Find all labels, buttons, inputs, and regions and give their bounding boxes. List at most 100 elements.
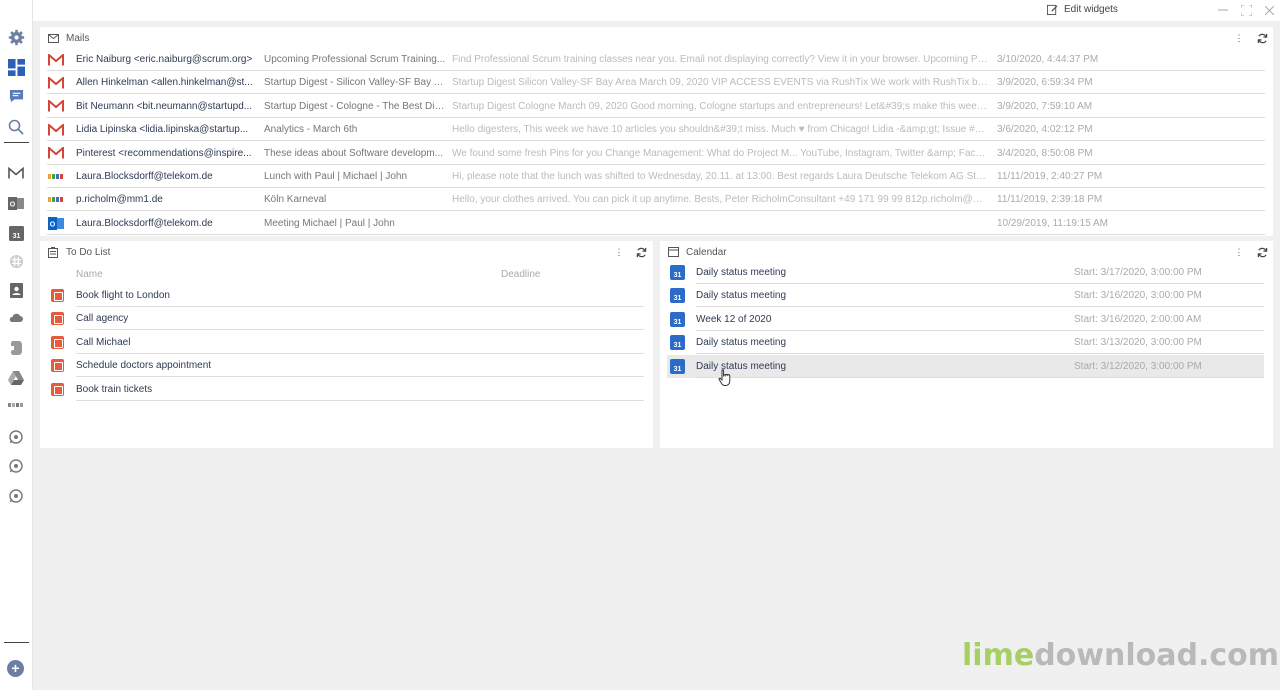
search-icon[interactable]: [6, 117, 26, 137]
calendar-event-start: Start: 3/17/2020, 3:00:00 PM: [1074, 267, 1202, 278]
mail-date: 10/29/2019, 11:19:15 AM: [997, 217, 1109, 229]
whatsapp-icon[interactable]: [6, 486, 26, 506]
maximize-icon[interactable]: [1239, 3, 1253, 17]
todo-item[interactable]: Book flight to London: [47, 284, 644, 307]
svg-text:O: O: [49, 221, 55, 228]
outlook-icon: O: [47, 216, 64, 231]
mail-preview: Find Professional Scrum training classes…: [452, 54, 989, 65]
sidebar: O 31 +: [0, 0, 33, 690]
todo-item[interactable]: Book train tickets: [47, 378, 644, 401]
mail-preview: Hello, your clothes arrived. You can pic…: [452, 194, 989, 206]
todo-item-icon: [51, 359, 64, 373]
gear-icon[interactable]: [6, 27, 26, 47]
mail-from: Allen Hinkelman <allen.hinkelman@st...: [76, 77, 253, 89]
gmail-icon: [47, 122, 64, 137]
mail-from: Lidia Lipinska <lidia.lipinska@startup..…: [76, 124, 249, 136]
refresh-icon[interactable]: [635, 246, 647, 258]
mail-row[interactable]: Allen Hinkelman <allen.hinkelman@st... St…: [47, 71, 1265, 95]
asana-icon[interactable]: [6, 395, 26, 415]
calendar-event[interactable]: 31 Daily status meeting Start: 3/13/2020, …: [667, 331, 1264, 355]
todo-item[interactable]: Schedule doctors appointment: [47, 354, 644, 378]
widget-menu-icon[interactable]: ⋮: [1233, 32, 1245, 44]
calendar-event[interactable]: 31 Daily status meeting Start: 3/16/2020, …: [667, 284, 1264, 308]
calendar-event-start: Start: 3/16/2020, 2:00:00 AM: [1074, 313, 1202, 325]
widget-menu-icon[interactable]: ⋮: [1233, 246, 1245, 258]
hand-cursor-icon: [718, 369, 731, 386]
todo-item-label: Call Michael: [76, 331, 644, 354]
mail-preview: Startup Digest Cologne March 09, 2020 Go…: [452, 100, 989, 112]
calendar-icon[interactable]: 31: [6, 223, 26, 243]
calendar-event-icon: 31: [670, 288, 685, 304]
widget-menu-icon[interactable]: ⋮: [613, 246, 625, 258]
mail-row[interactable]: p.richolm@mm1.de Köln Karneval Hello, your…: [47, 188, 1265, 212]
cloud-icon[interactable]: [6, 308, 26, 328]
mails-title: Mails: [66, 32, 90, 44]
mail-app-icon: [47, 192, 64, 207]
mail-date: 3/9/2020, 7:59:10 AM: [997, 100, 1093, 112]
todo-item-icon: [51, 335, 64, 349]
edit-icon: [1047, 4, 1058, 15]
mail-date: 3/9/2020, 6:59:34 PM: [997, 77, 1093, 89]
todo-item-label: Call agency: [76, 307, 644, 331]
todo-item[interactable]: Call Michael: [47, 331, 644, 354]
calendar-event[interactable]: 31 Daily status meeting Start: 3/17/2020, …: [667, 261, 1264, 284]
calendar-event-title: Daily status meeting: [696, 360, 787, 372]
dashboard-icon[interactable]: [6, 57, 26, 77]
calendar-header-icon: [667, 246, 679, 258]
calendar-event-title: Daily status meeting: [696, 290, 787, 302]
calendar-widget: Calendar ⋮ 31 Daily status meeting Start: …: [660, 241, 1273, 448]
watermark: limedownload.com: [962, 638, 1280, 673]
calendar-event-icon: 31: [670, 358, 685, 374]
todo-item-icon: [51, 312, 64, 326]
chat-icon[interactable]: [6, 86, 26, 106]
mails-header: Mails: [40, 27, 1273, 49]
calendar-event-body: Daily status meeting Start: 3/17/2020, 3:…: [696, 261, 1264, 284]
todo-header: To Do List: [40, 241, 653, 263]
refresh-icon[interactable]: [1256, 32, 1268, 44]
todo-widget: To Do List ⋮ Name Deadline Book flight t…: [40, 241, 653, 448]
column-header-deadline[interactable]: Deadline: [501, 269, 540, 280]
mail-subject: Startup Digest - Cologne - The Best Dig.…: [264, 100, 448, 112]
mail-row[interactable]: Laura.Blocksdorff@telekom.de Lunch with P…: [47, 165, 1265, 188]
svg-text:O: O: [10, 201, 16, 208]
mail-row[interactable]: O Laura.Blocksdorff@telekom.de Meeting Mic…: [47, 212, 1265, 235]
calendar-event[interactable]: 31 Daily status meeting Start: 3/12/2020, …: [667, 354, 1264, 378]
calendar-event[interactable]: 31 Week 12 of 2020 Start: 3/16/2020, 2:00:…: [667, 308, 1264, 331]
calendar-event-start: Start: 3/12/2020, 3:00:00 PM: [1074, 360, 1202, 372]
gmail-icon[interactable]: [6, 163, 26, 183]
gmail-icon: [47, 146, 64, 161]
mail-row[interactable]: Pinterest <recommendations@inspire... The…: [47, 142, 1265, 165]
evernote-icon[interactable]: [6, 338, 26, 358]
whatsapp-icon[interactable]: [6, 456, 26, 476]
mail-preview: We found some fresh Pins for you Change …: [452, 147, 989, 159]
calendar-event-start: Start: 3/13/2020, 3:00:00 PM: [1074, 337, 1202, 349]
calendar-event-body: Daily status meeting Start: 3/12/2020, 3:…: [696, 355, 1264, 378]
add-icon[interactable]: +: [7, 660, 24, 677]
refresh-icon[interactable]: [1256, 246, 1268, 258]
drive-icon[interactable]: [6, 368, 26, 388]
slack-icon[interactable]: [6, 251, 26, 271]
mail-row[interactable]: Bit Neumann <bit.neumann@startupd... Star…: [47, 95, 1265, 118]
column-header-name[interactable]: Name: [76, 269, 103, 280]
outlook-icon[interactable]: O: [6, 193, 26, 213]
todo-item[interactable]: Call agency: [47, 307, 644, 331]
mail-subject: Analytics - March 6th: [264, 124, 358, 136]
mail-row[interactable]: Lidia Lipinska <lidia.lipinska@startup..…: [47, 118, 1265, 142]
mail-row[interactable]: Eric Naiburg <eric.naiburg@scrum.org> Upc…: [47, 48, 1265, 71]
mail-from: Laura.Blocksdorff@telekom.de: [76, 217, 213, 229]
contacts-icon[interactable]: [6, 280, 26, 300]
mail-date: 3/4/2020, 8:50:08 PM: [997, 147, 1093, 159]
mail-from: Pinterest <recommendations@inspire...: [76, 147, 252, 159]
minimize-icon[interactable]: [1216, 3, 1230, 17]
todo-icon: [47, 246, 59, 258]
calendar-event-body: Daily status meeting Start: 3/16/2020, 3:…: [696, 284, 1264, 308]
mail-from: p.richolm@mm1.de: [76, 194, 163, 206]
gmail-icon: [47, 75, 64, 90]
whatsapp-icon[interactable]: [6, 427, 26, 447]
edit-widgets-label: Edit widgets: [1064, 4, 1118, 15]
edit-widgets-button[interactable]: Edit widgets: [1047, 4, 1118, 15]
todo-item-label: Book train tickets: [76, 378, 644, 401]
close-icon[interactable]: [1262, 3, 1276, 17]
mail-from: Bit Neumann <bit.neumann@startupd...: [76, 100, 253, 112]
calendar-event-start: Start: 3/16/2020, 3:00:00 PM: [1074, 290, 1202, 302]
